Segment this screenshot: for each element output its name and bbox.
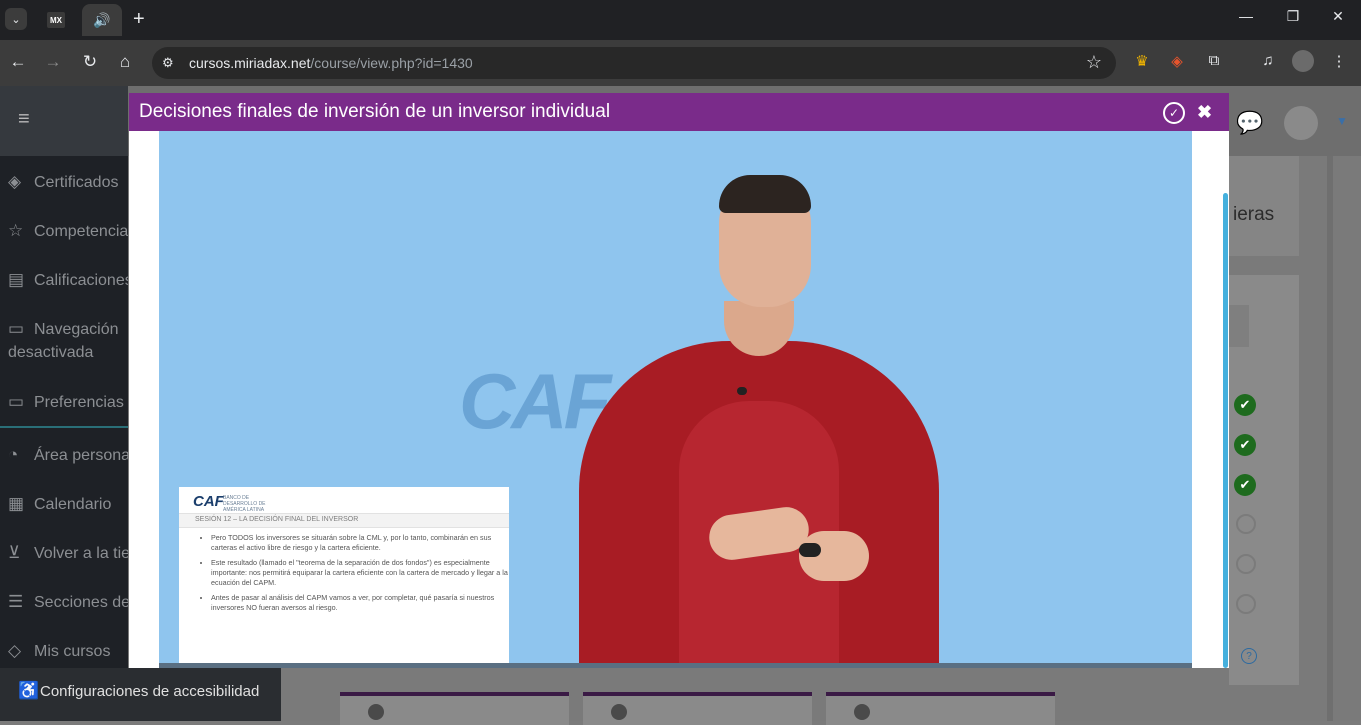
slide-section-bar: SESIÓN 12 – LA DECISIÓN FINAL DEL INVERS…	[179, 513, 509, 528]
presenter	[579, 171, 939, 668]
presenter-remote	[799, 543, 821, 557]
modal-header: Decisiones finales de inversión de un in…	[129, 93, 1229, 131]
bottom-course-card[interactable]	[340, 692, 569, 725]
sidebar-item-secciones[interactable]: ☰Secciones del curso	[8, 592, 128, 612]
slide-bullets: Pero TODOS los inversores se situarán so…	[201, 533, 511, 618]
video-modal: Decisiones finales de inversión de un in…	[129, 93, 1229, 668]
user-avatar[interactable]	[1284, 106, 1318, 140]
chat-icon[interactable]: 💬	[1236, 110, 1263, 136]
folder-icon: ▭	[8, 319, 25, 338]
sidebar-item-area-personal[interactable]: ◔ Área personal	[8, 445, 128, 465]
sidebar-item-volver-tienda[interactable]: ⊻Volver a la tienda	[8, 543, 128, 563]
crown-extension-icon[interactable]: ♛	[1131, 52, 1153, 70]
sidebar-nav: ≡ ◈ Certificados ☆ Competencias ▤ Calificac…	[0, 86, 128, 721]
dashboard-icon: ◔	[8, 445, 19, 464]
bottom-course-card[interactable]	[583, 692, 812, 725]
graduation-cap-icon: ◇	[8, 641, 22, 660]
panel-box	[1229, 305, 1249, 347]
list-icon: ☰	[8, 592, 24, 611]
tab-favicon[interactable]: MX	[47, 12, 65, 28]
pin-icon	[611, 704, 627, 720]
video-progress-bar[interactable]	[159, 663, 1192, 668]
mark-complete-icon[interactable]: ✓	[1163, 102, 1185, 124]
accessibility-settings-button[interactable]: ♿ Configuraciones de accesibilidad	[0, 668, 281, 721]
active-tab[interactable]: 🔊	[82, 4, 122, 36]
url-text[interactable]: cursos.miriadax.net/course/view.php?id=1…	[189, 55, 473, 71]
close-window-button[interactable]: ✕	[1323, 8, 1353, 25]
modal-scrollbar[interactable]	[1223, 193, 1228, 668]
back-button[interactable]: ←	[6, 52, 30, 72]
incomplete-circle-icon[interactable]	[1236, 554, 1256, 574]
slide-logo: CAF	[193, 493, 224, 510]
speaker-icon[interactable]: 🔊	[93, 12, 110, 29]
restore-button[interactable]: ❐	[1278, 8, 1308, 25]
sidebar-divider	[0, 426, 128, 428]
sidebar-item-navegacion[interactable]: ▭ Navegación	[8, 319, 119, 339]
video-player[interactable]: CAF CAF BANCO DE DESARROLLO DE AMÉRICA L…	[159, 131, 1192, 668]
completed-check-icon[interactable]: ✔	[1234, 434, 1256, 456]
accessibility-icon: ♿	[18, 681, 40, 700]
card-text: ieras	[1233, 204, 1275, 225]
folder-icon: ▭	[8, 392, 25, 411]
close-icon[interactable]: ✖	[1197, 102, 1212, 123]
cart-icon: ⊻	[8, 543, 21, 562]
hamburger-menu-icon[interactable]: ≡	[18, 108, 30, 131]
layers-icon: ◈	[8, 172, 22, 191]
accessibility-label: Configuraciones de accesibilidad	[40, 683, 260, 700]
pin-icon	[368, 704, 384, 720]
sidebar-item-mis-cursos[interactable]: ◇ Mis cursos	[8, 641, 110, 661]
extensions-puzzle-icon[interactable]: ⧉	[1203, 52, 1225, 69]
cap-extension-icon[interactable]: ◈	[1166, 52, 1188, 70]
tab-search-button[interactable]: ⌄	[5, 8, 27, 30]
completed-check-icon[interactable]: ✔	[1234, 474, 1256, 496]
forward-button[interactable]: →	[41, 52, 65, 72]
browser-tab-bar: ⌄ MX 🔊 + — ❐ ✕	[0, 0, 1361, 40]
calendar-icon: ▦	[8, 494, 25, 513]
profile-avatar-icon[interactable]	[1292, 50, 1314, 72]
slide-overlay: CAF BANCO DE DESARROLLO DE AMÉRICA LATIN…	[179, 487, 509, 668]
modal-title: Decisiones finales de inversión de un in…	[139, 101, 611, 122]
slide-section-title: SESIÓN 12 – LA DECISIÓN FINAL DEL INVERS…	[195, 516, 359, 523]
sidebar-item-calendario[interactable]: ▦ Calendario	[8, 494, 111, 514]
bottom-course-card[interactable]	[826, 692, 1055, 725]
slide-bullet: Pero TODOS los inversores se situarán so…	[211, 533, 511, 553]
slide-bullet: Este resultado (llamado el "teorema de l…	[211, 558, 511, 588]
pin-icon	[854, 704, 870, 720]
presenter-sweater	[579, 341, 939, 668]
chevron-down-icon[interactable]: ▼	[1336, 114, 1348, 128]
media-control-icon[interactable]: ♫	[1257, 52, 1279, 69]
new-tab-button[interactable]: +	[133, 8, 145, 31]
sidebar-item-calificaciones[interactable]: ▤ Calificaciones	[8, 270, 128, 290]
sidebar-item-preferencias[interactable]: ▭ Preferencias	[8, 392, 124, 412]
lapel-mic	[737, 387, 747, 395]
address-bar[interactable]: ⚙ cursos.miriadax.net/course/view.php?id…	[152, 47, 1116, 79]
slide-logo-subtitle: BANCO DE DESARROLLO DE AMÉRICA LATINA	[223, 495, 266, 513]
sidebar-item-competencias[interactable]: ☆ Competencias	[8, 221, 128, 241]
home-icon[interactable]: ⌂	[113, 52, 137, 72]
slide-bullet: Antes de pasar al análisis del CAPM vamo…	[211, 593, 511, 613]
sidebar-item-navegacion-line2[interactable]: desactivada	[8, 344, 93, 362]
minimize-button[interactable]: —	[1231, 8, 1261, 24]
sidebar-item-certificados[interactable]: ◈ Certificados	[8, 172, 118, 192]
reload-button[interactable]: ↻	[78, 52, 102, 72]
star-icon: ☆	[8, 221, 24, 240]
kebab-menu-icon[interactable]: ⋮	[1328, 52, 1350, 70]
completed-check-icon[interactable]: ✔	[1234, 394, 1256, 416]
help-icon[interactable]: ?	[1241, 648, 1257, 664]
course-card-right[interactable]: ieras	[1229, 156, 1299, 256]
book-icon: ▤	[8, 270, 25, 289]
incomplete-circle-icon[interactable]	[1236, 514, 1256, 534]
presenter-hair	[719, 175, 811, 213]
bookmark-star-icon[interactable]: ☆	[1086, 52, 1102, 73]
page-scrollbar[interactable]	[1327, 156, 1333, 721]
browser-toolbar: ← → ↻ ⌂ ⚙ cursos.miriadax.net/course/vie…	[0, 40, 1361, 86]
site-info-icon[interactable]: ⚙	[162, 55, 174, 71]
incomplete-circle-icon[interactable]	[1236, 594, 1256, 614]
